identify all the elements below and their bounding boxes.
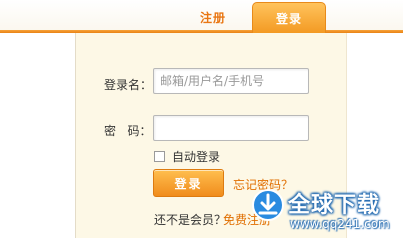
- login-button[interactable]: 登录: [153, 169, 224, 197]
- tab-login[interactable]: 登录: [252, 2, 326, 33]
- forgot-password-link[interactable]: 忘记密码？: [233, 176, 293, 193]
- password-input[interactable]: [153, 115, 309, 141]
- username-input[interactable]: [153, 68, 309, 94]
- right-divider: [346, 33, 347, 238]
- right-panel: [346, 33, 403, 238]
- auto-login-checkbox[interactable]: [154, 151, 165, 162]
- username-label: 登录名：: [104, 78, 153, 92]
- free-register-link[interactable]: 免费注册: [223, 211, 271, 228]
- auto-login-label: 自动登录: [172, 150, 221, 164]
- password-label: 密 码：: [104, 124, 152, 138]
- tab-register[interactable]: 注册: [183, 6, 243, 28]
- not-member-text: 还不是会员？: [154, 213, 227, 227]
- left-panel: [0, 0, 75, 238]
